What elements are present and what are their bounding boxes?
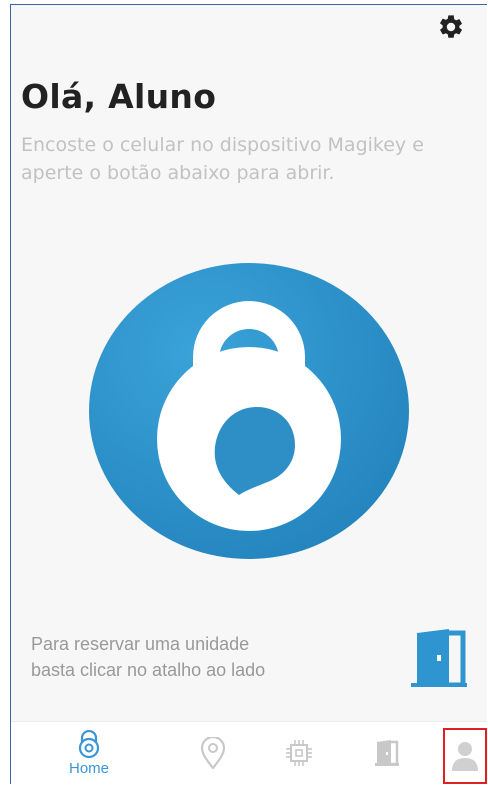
settings-button[interactable] [437, 13, 465, 41]
nav-item-location[interactable] [177, 722, 249, 784]
door-icon [375, 740, 399, 766]
door-icon [411, 629, 467, 688]
instructions-text: Encoste o celular no dispositivo Magikey… [21, 134, 424, 184]
reserve-hint: Para reservar uma unidade basta clicar n… [31, 631, 371, 683]
reserve-shortcut-button[interactable] [409, 627, 469, 688]
bottom-nav: Home [11, 721, 487, 784]
nav-item-units[interactable] [351, 722, 423, 784]
unlock-button[interactable] [89, 263, 409, 559]
app-screen: Olá, Aluno Encoste o celular no disposit… [10, 4, 487, 784]
gear-icon [440, 15, 462, 38]
chip-icon [286, 740, 312, 766]
user-icon [452, 742, 478, 771]
reserve-hint-line2: basta clicar no atalho ao lado [31, 660, 266, 680]
nav-item-profile[interactable] [443, 728, 487, 784]
magikey-logo-icon [78, 729, 100, 758]
padlock-icon [89, 263, 409, 559]
location-pin-icon [200, 737, 226, 769]
nav-item-home[interactable]: Home [53, 722, 125, 784]
nav-item-home-label: Home [68, 759, 109, 777]
reserve-hint-line1: Para reservar uma unidade [31, 634, 250, 654]
nav-item-devices[interactable] [263, 722, 335, 784]
greeting-title: Olá, Aluno [21, 77, 217, 116]
